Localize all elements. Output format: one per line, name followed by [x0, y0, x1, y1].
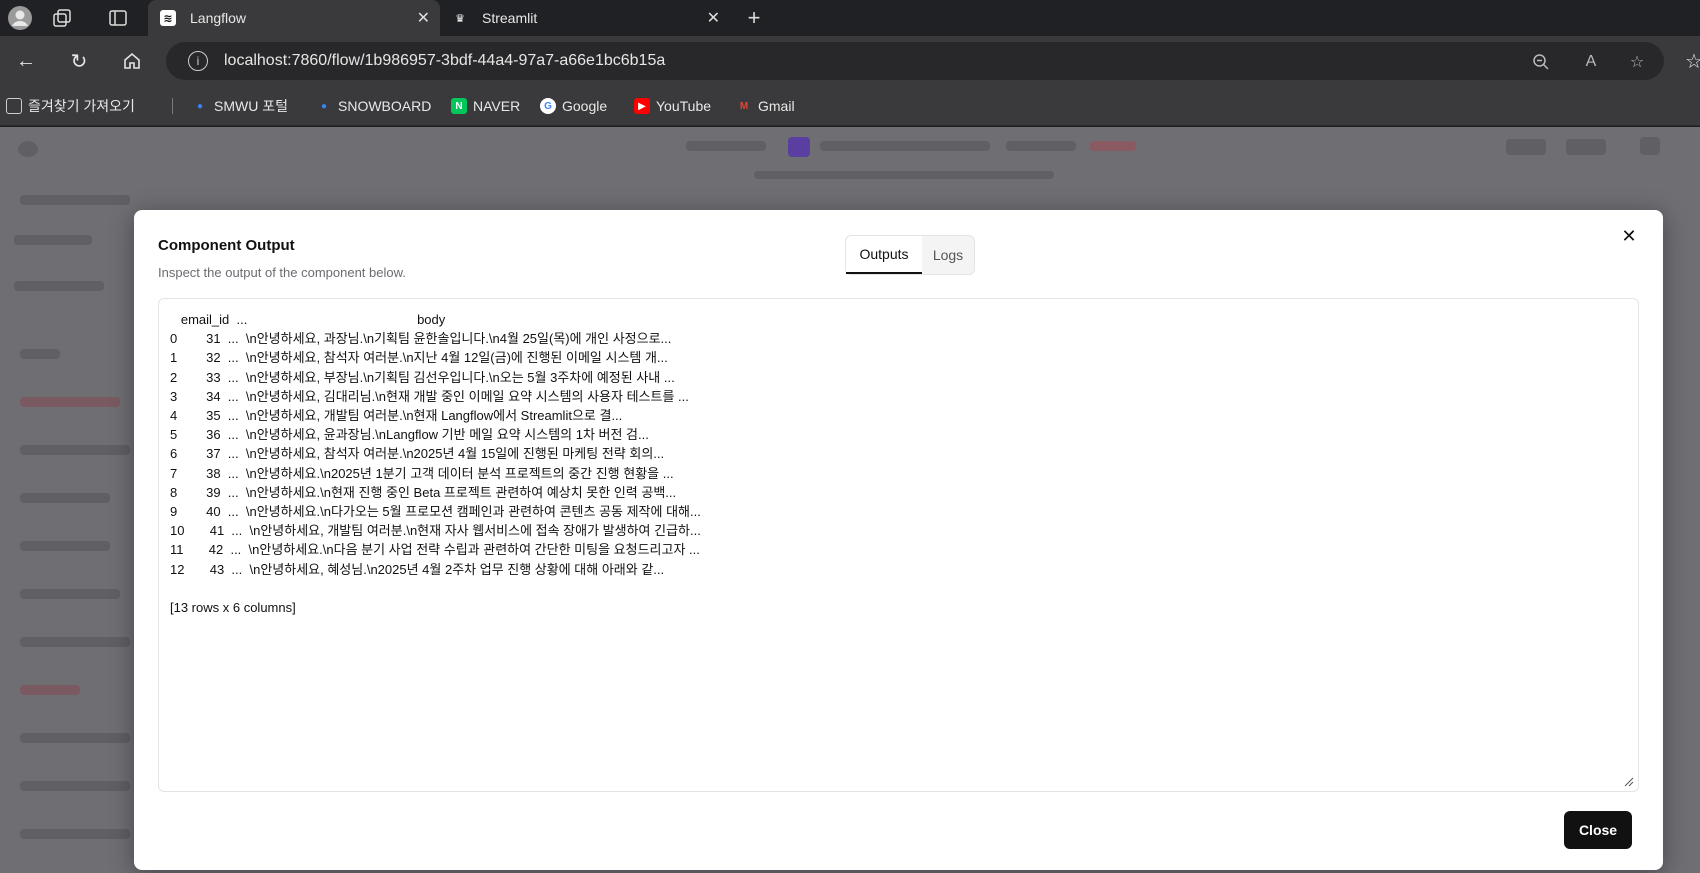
output-line: email_id ... body	[170, 312, 446, 327]
output-line: 7 38 ... \n안녕하세요.\n2025년 1분기 고객 데이터 분석 프…	[170, 465, 674, 481]
smwu-icon: ●	[196, 100, 204, 112]
sidebar-placeholder	[20, 445, 130, 455]
header-placeholder	[1006, 141, 1076, 151]
sidebar-placeholder	[20, 541, 110, 551]
home-icon[interactable]	[118, 47, 146, 75]
snowboard-icon: ●	[320, 100, 328, 112]
favorites-icon[interactable]: ☆	[1680, 47, 1700, 75]
output-line: 12 43 ... \n안녕하세요, 혜성님.\n2025년 4월 2주차 업무…	[170, 561, 665, 577]
profile-icon[interactable]	[6, 4, 34, 32]
sidebar-placeholder	[20, 733, 130, 743]
new-tab-icon[interactable]: +	[740, 4, 768, 32]
output-line: 11 42 ... \n안녕하세요.\n다음 분기 사업 전략 수립과 관련하여…	[170, 542, 700, 558]
header-placeholder	[1506, 139, 1546, 155]
naver-icon: N	[451, 98, 467, 114]
output-line: 10 41 ... \n안녕하세요, 개발팀 여러분.\n현재 자사 웹서비스에…	[170, 523, 701, 539]
output-line: 4 35 ... \n안녕하세요, 개발팀 여러분.\n현재 Langflow에…	[170, 408, 623, 424]
toolbar-placeholder	[754, 171, 1054, 179]
sidebar-placeholder	[20, 493, 110, 503]
header-placeholder	[686, 141, 766, 151]
tab-actions-icon[interactable]	[104, 4, 132, 32]
tab-title: Langflow	[190, 10, 247, 26]
header-placeholder	[1640, 137, 1660, 155]
sidebar-placeholder	[20, 349, 60, 359]
back-icon[interactable]: ←	[12, 47, 40, 75]
resize-handle-icon[interactable]	[1624, 777, 1634, 787]
sidebar-placeholder	[20, 781, 130, 791]
sidebar-placeholder	[14, 235, 92, 245]
tab-langflow[interactable]: ≋ Langflow ✕	[148, 0, 440, 36]
browser-toolbar: ← ↻ i localhost:7860/flow/1b986957-3bdf-…	[0, 36, 1700, 86]
output-line: 9 40 ... \n안녕하세요.\n다가오는 5월 프로모션 캠페인과 관련하…	[170, 504, 701, 520]
bookmark-youtube[interactable]: ▶ YouTube	[634, 96, 711, 116]
bookmark-gmail[interactable]: M Gmail	[736, 96, 795, 116]
sidebar-placeholder	[20, 397, 120, 407]
sidebar-placeholder	[14, 281, 104, 291]
site-info-icon[interactable]: i	[188, 51, 208, 71]
output-line: 6 37 ... \n안녕하세요, 참석자 여러분.\n2025년 4월 15일…	[170, 446, 665, 462]
close-button[interactable]: Close	[1564, 811, 1632, 849]
header-placeholder	[820, 141, 990, 151]
dialog-subtitle: Inspect the output of the component belo…	[158, 265, 406, 280]
header-placeholder	[1566, 139, 1606, 155]
bookmark-import-favorites[interactable]: 즐겨찾기 가져오기	[6, 96, 135, 116]
output-content: email_id ... body 0 31 ... \n안녕하세요, 과장님.\…	[170, 310, 701, 617]
bookmark-snowboard[interactable]: ● SNOWBOARD	[316, 96, 431, 116]
component-output-dialog: Component Output Inspect the output of t…	[134, 210, 1663, 870]
output-line: 1 32 ... \n안녕하세요, 참석자 여러분.\n지난 4월 12일(금)…	[170, 350, 668, 366]
sidebar-placeholder	[20, 637, 130, 647]
header-placeholder	[1090, 141, 1136, 151]
import-icon	[6, 98, 22, 114]
google-icon: G	[540, 98, 556, 114]
favorite-star-icon[interactable]: ☆	[1626, 51, 1648, 73]
gmail-icon: M	[739, 100, 749, 112]
output-line: 3 34 ... \n안녕하세요, 김대리님.\n현재 개발 중인 이메일 요약…	[170, 388, 689, 404]
tab-outputs[interactable]: Outputs	[846, 236, 922, 274]
output-line: [13 rows x 6 columns]	[170, 600, 296, 616]
output-line: 8 39 ... \n안녕하세요.\n현재 진행 중인 Beta 프로젝트 관련…	[170, 484, 677, 500]
output-line: 5 36 ... \n안녕하세요, 윤과장님.\nLangflow 기반 메일 …	[170, 427, 649, 443]
output-textarea[interactable]: email_id ... body 0 31 ... \n안녕하세요, 과장님.\…	[158, 298, 1639, 792]
close-tab-icon[interactable]: ✕	[417, 8, 430, 28]
bookmark-naver[interactable]: N NAVER	[451, 96, 520, 116]
close-dialog-icon[interactable]: ✕	[1617, 224, 1641, 248]
app-logo-placeholder	[18, 141, 38, 157]
read-aloud-icon[interactable]: A	[1580, 51, 1602, 73]
close-tab-icon[interactable]: ✕	[707, 8, 720, 28]
streamlit-logo-icon: ♛	[455, 12, 465, 25]
sidebar-placeholder	[20, 685, 80, 695]
sidebar-placeholder	[20, 829, 130, 839]
header-placeholder	[788, 137, 810, 157]
tab-title: Streamlit	[482, 10, 538, 26]
tab-logs[interactable]: Logs	[922, 236, 974, 274]
bookmark-google[interactable]: G Google	[540, 96, 607, 116]
tab-streamlit[interactable]: ♛ Streamlit ✕	[440, 0, 730, 36]
bookmark-divider	[172, 98, 173, 114]
workspaces-icon[interactable]	[48, 4, 76, 32]
youtube-icon: ▶	[634, 98, 650, 114]
browser-tab-strip: ≋ Langflow ✕ ♛ Streamlit ✕ +	[0, 0, 1700, 36]
sidebar-placeholder	[20, 589, 120, 599]
dialog-title: Component Output	[158, 237, 295, 254]
bookmark-smwu[interactable]: ● SMWU 포털	[192, 96, 288, 116]
url-text: localhost:7860/flow/1b986957-3bdf-44a4-9…	[224, 52, 666, 69]
output-line: 0 31 ... \n안녕하세요, 과장님.\n기획팀 윤한솔입니다.\n4월 …	[170, 331, 672, 347]
bookmarks-bar: 즐겨찾기 가져오기 ● SMWU 포털 ● SNOWBOARD N NAVER …	[0, 86, 1700, 126]
reload-icon[interactable]: ↻	[65, 47, 93, 75]
sidebar-placeholder	[20, 195, 130, 205]
output-tabs: Outputs Logs	[845, 235, 975, 275]
address-bar[interactable]: i localhost:7860/flow/1b986957-3bdf-44a4…	[166, 42, 1664, 80]
output-line: 2 33 ... \n안녕하세요, 부장님.\n기획팀 김선우입니다.\n오는 …	[170, 369, 675, 385]
langflow-logo-icon: ≋	[160, 10, 176, 26]
zoom-icon[interactable]	[1530, 51, 1552, 73]
